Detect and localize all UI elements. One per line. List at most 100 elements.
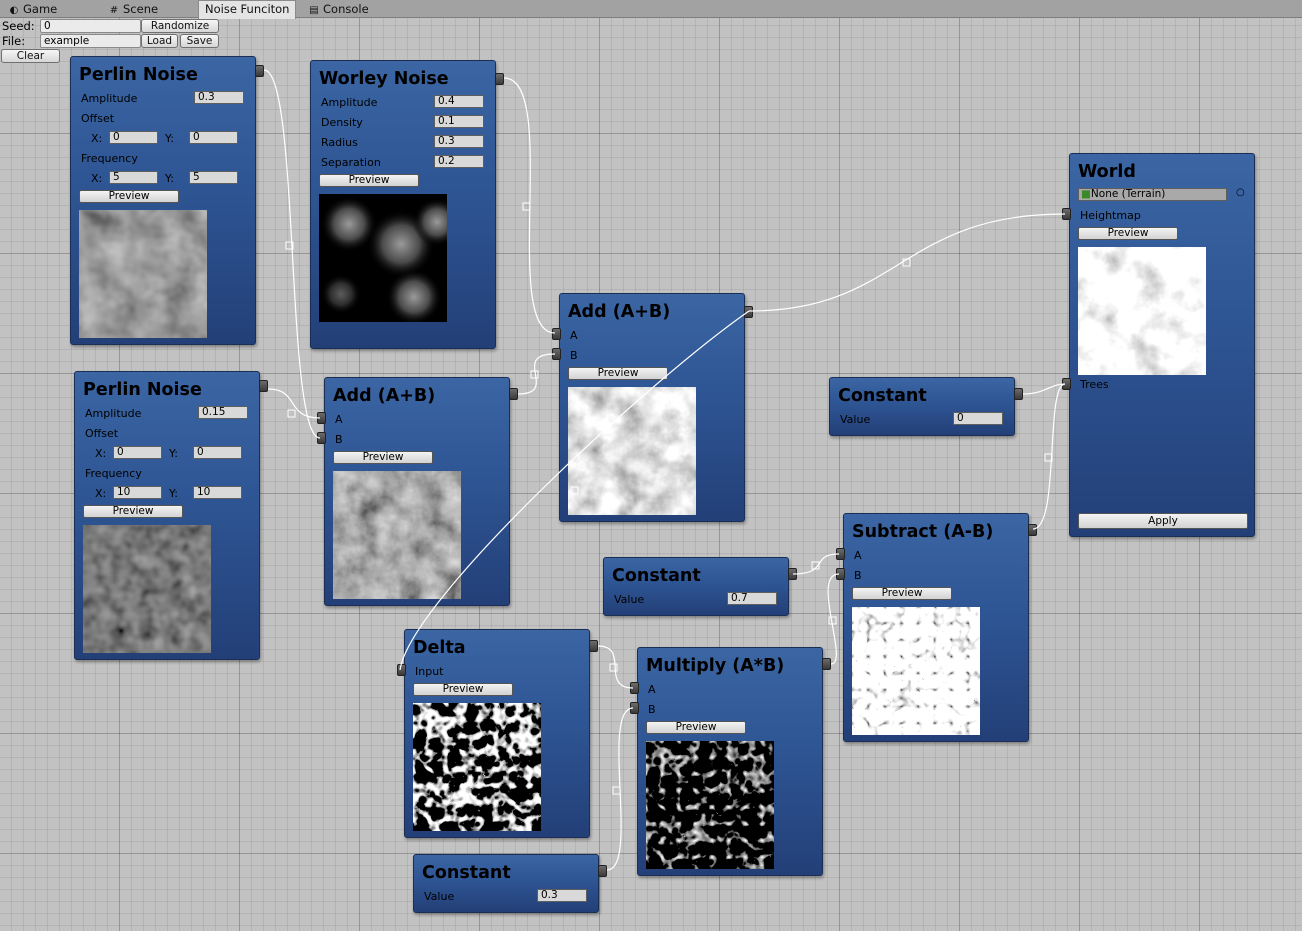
trees-label: Trees [1080, 378, 1109, 391]
subtract-node[interactable]: Subtract (A-B) A B Preview [836, 513, 1037, 742]
value-field[interactable]: 0.7 [727, 592, 777, 605]
noise-preview-image [568, 387, 696, 515]
frequency-y-field[interactable]: 10 [193, 486, 242, 499]
add-node-1[interactable]: Add (A+B) A B Preview [317, 377, 518, 606]
output-port[interactable] [1028, 524, 1037, 536]
frequency-label: Frequency [81, 152, 138, 165]
seed-label: Seed: [2, 19, 35, 33]
preview-button[interactable]: Preview [83, 505, 183, 518]
output-port[interactable] [788, 568, 797, 580]
offset-y-field[interactable]: 0 [189, 131, 238, 144]
editor-tab-bar: ◐ Game # Scene Noise Funciton ▤ Console [0, 0, 1302, 19]
apply-button[interactable]: Apply [1078, 513, 1248, 529]
tab-console[interactable]: ▤ Console [308, 1, 368, 17]
input-a-label: A [854, 549, 862, 562]
input-port-b[interactable] [630, 702, 639, 714]
preview-button[interactable]: Preview [1078, 227, 1178, 240]
input-port-a[interactable] [836, 548, 845, 560]
separation-field[interactable]: 0.2 [434, 155, 484, 168]
frequency-x-label: X: [95, 487, 107, 500]
node-title: Delta [413, 638, 466, 658]
amplitude-label: Amplitude [85, 407, 142, 420]
offset-label: Offset [85, 427, 119, 440]
noise-preview-image [83, 525, 211, 653]
constant-node-1[interactable]: Constant Value 0 [829, 377, 1023, 436]
input-port[interactable] [397, 664, 406, 676]
node-title: Subtract (A-B) [852, 522, 994, 542]
noise-preview-image [646, 741, 774, 869]
load-button[interactable]: Load [141, 34, 178, 48]
noise-preview-image [413, 703, 541, 831]
object-picker-icon[interactable]: ○ [1236, 187, 1245, 198]
value-field[interactable]: 0 [953, 412, 1003, 425]
preview-button[interactable]: Preview [852, 587, 952, 600]
preview-button[interactable]: Preview [333, 451, 433, 464]
world-node[interactable]: World ■None (Terrain) ○ Heightmap Previe… [1062, 153, 1255, 537]
amplitude-field[interactable]: 0.3 [194, 91, 244, 104]
frequency-label: Frequency [85, 467, 142, 480]
constant-node-3[interactable]: Constant Value 0.3 [413, 854, 607, 913]
output-port[interactable] [744, 306, 753, 318]
heightmap-label: Heightmap [1080, 209, 1141, 222]
perlin-noise-node-2[interactable]: Perlin Noise Amplitude 0.15 Offset X: 0 … [74, 371, 268, 660]
node-title: Constant [422, 863, 511, 883]
heightmap-preview-image [1078, 247, 1206, 375]
offset-y-field[interactable]: 0 [193, 446, 242, 459]
preview-button[interactable]: Preview [319, 174, 419, 187]
game-controller-icon: ◐ [9, 5, 19, 16]
tab-noise-function[interactable]: Noise Funciton [198, 0, 297, 19]
offset-x-field[interactable]: 0 [113, 446, 162, 459]
frequency-x-field[interactable]: 5 [109, 171, 158, 184]
noise-preview-image [852, 607, 980, 735]
input-port-b[interactable] [317, 432, 326, 444]
offset-y-label: Y: [169, 447, 178, 460]
tab-scene[interactable]: # Scene [108, 1, 158, 17]
value-label: Value [614, 593, 645, 606]
seed-input[interactable]: 0 [40, 19, 141, 33]
constant-node-2[interactable]: Constant Value 0.7 [603, 557, 797, 616]
input-port-a[interactable] [552, 328, 561, 340]
heightmap-input-port[interactable] [1062, 208, 1071, 220]
terrain-object-field[interactable]: ■None (Terrain) [1078, 188, 1227, 201]
amplitude-field[interactable]: 0.4 [434, 95, 484, 108]
file-input[interactable]: example [40, 34, 141, 48]
preview-button[interactable]: Preview [568, 367, 668, 380]
output-port[interactable] [259, 380, 268, 392]
output-port[interactable] [1014, 388, 1023, 400]
multiply-node[interactable]: Multiply (A*B) A B Preview [630, 647, 831, 876]
delta-node[interactable]: Delta Input Preview [397, 629, 598, 838]
output-port[interactable] [822, 658, 831, 670]
output-port[interactable] [509, 388, 518, 400]
perlin-noise-node-1[interactable]: Perlin Noise Amplitude 0.3 Offset X: 0 Y… [70, 56, 264, 345]
output-port[interactable] [255, 65, 264, 77]
input-port-b[interactable] [836, 568, 845, 580]
offset-label: Offset [81, 112, 115, 125]
output-port[interactable] [598, 865, 607, 877]
clear-button[interactable]: Clear [1, 49, 60, 63]
input-port-a[interactable] [317, 412, 326, 424]
randomize-button[interactable]: Randomize [141, 19, 219, 33]
preview-button[interactable]: Preview [413, 683, 513, 696]
tab-game[interactable]: ◐ Game [8, 1, 58, 17]
preview-button[interactable]: Preview [646, 721, 746, 734]
input-b-label: B [854, 569, 862, 582]
density-field[interactable]: 0.1 [434, 115, 484, 128]
radius-field[interactable]: 0.3 [434, 135, 484, 148]
worley-noise-node[interactable]: Worley Noise Amplitude 0.4 Density 0.1 R… [310, 60, 504, 349]
offset-x-field[interactable]: 0 [109, 131, 158, 144]
value-field[interactable]: 0.3 [537, 889, 587, 902]
input-port-a[interactable] [630, 682, 639, 694]
amplitude-field[interactable]: 0.15 [198, 406, 248, 419]
frequency-y-label: Y: [165, 172, 174, 185]
frequency-x-field[interactable]: 10 [113, 486, 162, 499]
output-port[interactable] [589, 640, 598, 652]
offset-y-label: Y: [165, 132, 174, 145]
input-port-b[interactable] [552, 348, 561, 360]
trees-input-port[interactable] [1062, 378, 1071, 390]
add-node-2[interactable]: Add (A+B) A B Preview [552, 293, 753, 522]
frequency-y-field[interactable]: 5 [189, 171, 238, 184]
save-button[interactable]: Save [180, 34, 219, 48]
output-port[interactable] [495, 73, 504, 85]
preview-button[interactable]: Preview [79, 190, 179, 203]
noise-preview-image [79, 210, 207, 338]
